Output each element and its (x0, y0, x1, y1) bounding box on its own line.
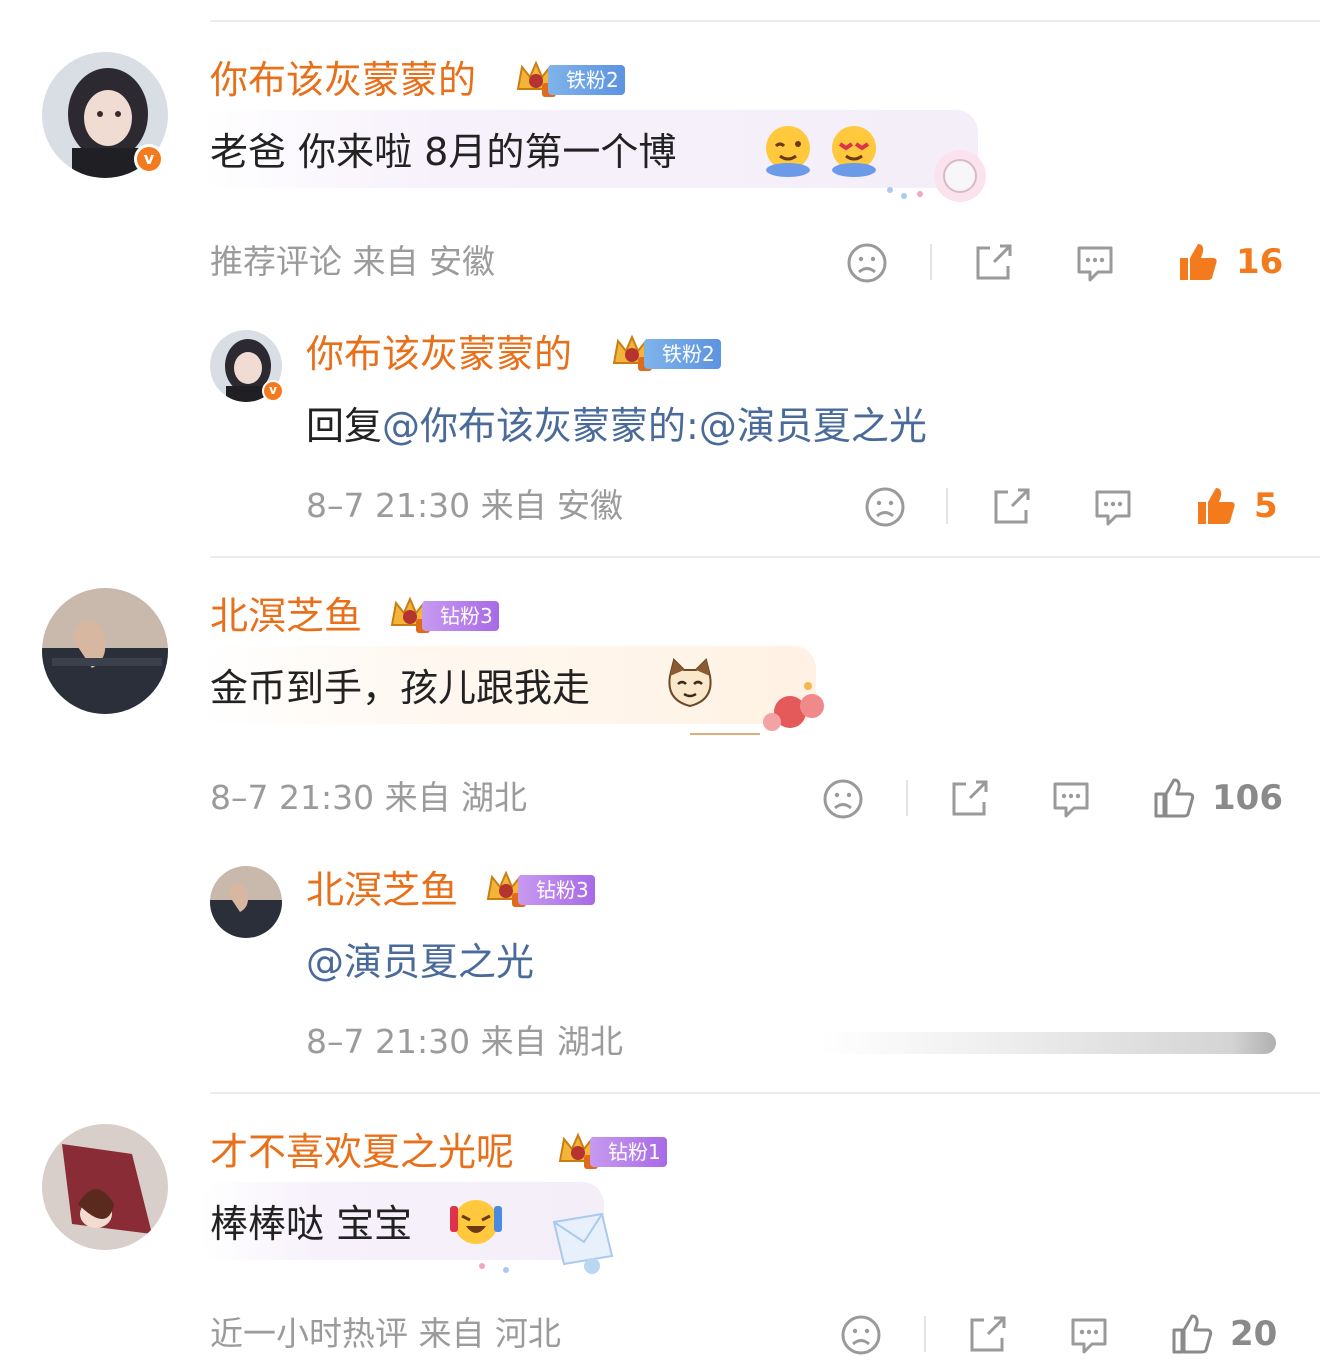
avatar[interactable] (42, 588, 168, 714)
like-count: 5 (1254, 486, 1278, 526)
like-icon[interactable] (1152, 776, 1196, 820)
like-count: 20 (1230, 1314, 1278, 1354)
comment-text: 棒棒哒 宝宝 (210, 1202, 413, 1246)
reply-text: 回复@你布该灰蒙蒙的:@演员夏之光 (306, 402, 927, 450)
verified-icon: v (134, 144, 164, 174)
like-count: 106 (1212, 778, 1283, 818)
dislike-icon[interactable] (846, 242, 888, 284)
comment-meta: 8–7 21:30 来自 湖北 (210, 778, 528, 817)
action-separator (930, 244, 932, 280)
like-icon[interactable] (1176, 240, 1220, 284)
mention-link[interactable]: @演员夏之光 (306, 940, 534, 984)
comment-author[interactable]: 北溟芝鱼 (210, 592, 362, 640)
rose-decoration-icon (690, 682, 824, 735)
share-icon[interactable] (990, 486, 1032, 528)
top-divider (210, 20, 1320, 22)
avatar[interactable] (42, 1124, 168, 1250)
share-icon[interactable] (972, 242, 1014, 284)
comment-icon[interactable] (1074, 242, 1116, 284)
bubble-decoration-icon (887, 150, 986, 202)
like-icon[interactable] (1170, 1312, 1214, 1356)
fan-level-label: 钻粉1 (590, 1137, 667, 1167)
dislike-icon[interactable] (840, 1314, 882, 1356)
reply-prefix: 回复 (306, 404, 383, 448)
mention-link[interactable]: @你布该灰蒙蒙的:@演员夏之光 (382, 404, 927, 448)
comment-author[interactable]: 才不喜欢夏之光呢 (210, 1128, 514, 1176)
comment-text: 金币到手，孩儿跟我走 (210, 666, 591, 710)
blurred-actions (820, 1032, 1276, 1054)
fan-level-label: 钻粉3 (518, 875, 595, 905)
reply-text: @演员夏之光 (306, 938, 534, 986)
reply-meta: 8–7 21:30 来自 安徽 (306, 486, 624, 525)
action-separator (946, 488, 948, 524)
like-icon[interactable] (1194, 484, 1238, 528)
share-icon[interactable] (948, 778, 990, 820)
fan-level-label: 钻粉3 (422, 601, 499, 631)
fan-level-label: 铁粉2 (548, 65, 625, 95)
verified-icon: v (262, 380, 284, 402)
action-separator (924, 1316, 926, 1352)
reply-avatar[interactable] (210, 866, 282, 938)
comment-divider (210, 1092, 1320, 1094)
hug-emoji-icon (766, 126, 810, 177)
comment-divider (210, 556, 1320, 558)
like-count: 16 (1236, 242, 1284, 282)
comment-icon[interactable] (1092, 486, 1134, 528)
comment-author[interactable]: 你布该灰蒙蒙的 (210, 56, 476, 104)
share-icon[interactable] (966, 1314, 1008, 1356)
comment-meta: 近一小时热评 来自 河北 (210, 1314, 561, 1353)
comment-icon[interactable] (1050, 778, 1092, 820)
dislike-icon[interactable] (864, 486, 906, 528)
comment-icon[interactable] (1068, 1314, 1110, 1356)
action-separator (906, 780, 908, 816)
envelope-decoration-icon (479, 1212, 614, 1274)
comment-meta: 推荐评论 来自 安徽 (210, 242, 495, 281)
reply-author[interactable]: 北溟芝鱼 (306, 866, 458, 914)
reply-meta: 8–7 21:30 来自 湖北 (306, 1022, 624, 1061)
fan-level-label: 铁粉2 (644, 339, 721, 369)
comment-text: 老爸 你来啦 8月的第一个博 (210, 130, 677, 174)
reply-author[interactable]: 你布该灰蒙蒙的 (306, 330, 572, 378)
dislike-icon[interactable] (822, 778, 864, 820)
